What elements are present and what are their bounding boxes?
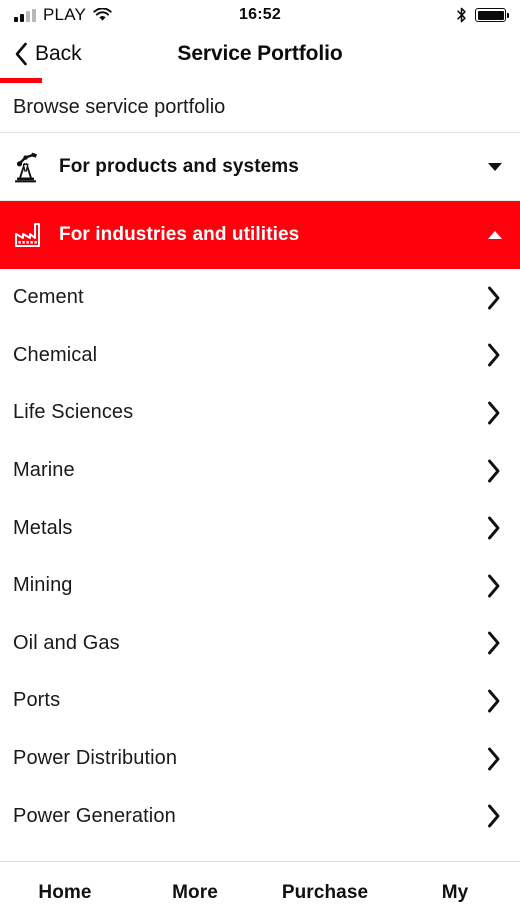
section-header-label: Browse service portfolio [13,96,226,118]
wifi-icon [93,8,112,22]
bottom-tab-bar: Home More Purchase My [0,861,520,924]
accordion-label: For industries and utilities [59,224,300,245]
status-bar-left: PLAY [14,5,112,25]
chevron-right-icon[interactable] [486,573,502,599]
chevron-right-icon[interactable] [486,285,502,311]
factory-icon [13,221,53,249]
list-item[interactable]: Metals [0,499,520,557]
carrier-label: PLAY [43,5,87,24]
list-item[interactable]: Ports [0,672,520,730]
list-item-label: Oil and Gas [13,631,120,654]
signal-bars-icon [14,8,36,22]
back-button[interactable]: Back [0,30,96,78]
chevron-right-icon[interactable] [486,342,502,368]
industry-list: Cement Chemical Life Sciences Marine Metals M… [0,269,520,828]
bluetooth-icon [456,7,467,23]
list-item-label: Metals [13,516,73,539]
list-item-label: Life Sciences [13,401,134,424]
status-bar: PLAY 16:52 [0,0,520,30]
chevron-right-icon[interactable] [486,400,502,426]
list-item[interactable]: Marine [0,442,520,500]
chevron-right-icon[interactable] [486,688,502,714]
battery-full-icon [475,8,509,22]
accordion-for-industries-and-utilities[interactable]: For industries and utilities [0,201,520,269]
list-item[interactable]: Oil and Gas [0,615,520,673]
list-item-label: Power Distribution [13,747,178,770]
list-item[interactable]: Cement [0,269,520,327]
list-item[interactable]: Mining [0,557,520,615]
chevron-left-icon [14,42,28,66]
list-item[interactable]: Life Sciences [0,384,520,442]
chevron-right-icon[interactable] [486,458,502,484]
list-item[interactable]: Power Distribution [0,730,520,788]
accordion-label: For products and systems [59,155,299,177]
tab-home[interactable]: Home [0,882,130,904]
list-item-label: Mining [13,574,73,597]
chevron-down-icon[interactable] [486,162,504,171]
progress-bar [0,78,520,83]
section-header: Browse service portfolio [0,83,520,133]
tab-purchase[interactable]: Purchase [260,882,390,904]
status-bar-right [456,7,509,23]
nav-bar: Back Service Portfolio [0,30,520,78]
list-item-label: Cement [13,286,84,309]
tab-my[interactable]: My [390,882,520,904]
chevron-right-icon[interactable] [486,746,502,772]
back-button-label: Back [35,42,82,65]
chevron-right-icon[interactable] [486,515,502,541]
progress-bar-fill [0,78,42,83]
list-item-label: Chemical [13,343,98,366]
list-item-label: Ports [13,689,61,712]
accordion-for-products-and-systems[interactable]: For products and systems [0,133,520,201]
tab-more[interactable]: More [130,882,260,904]
list-item-label: Power Generation [13,804,176,827]
list-item-label: Marine [13,459,75,482]
chevron-right-icon[interactable] [486,803,502,828]
chevron-right-icon[interactable] [486,630,502,656]
chevron-up-icon[interactable] [486,231,504,239]
robot-arm-icon [13,151,53,183]
list-item[interactable]: Chemical [0,327,520,385]
content-scroll-area[interactable]: Browse service portfolio For products an… [0,83,520,828]
list-item[interactable]: Power Generation [0,787,520,828]
